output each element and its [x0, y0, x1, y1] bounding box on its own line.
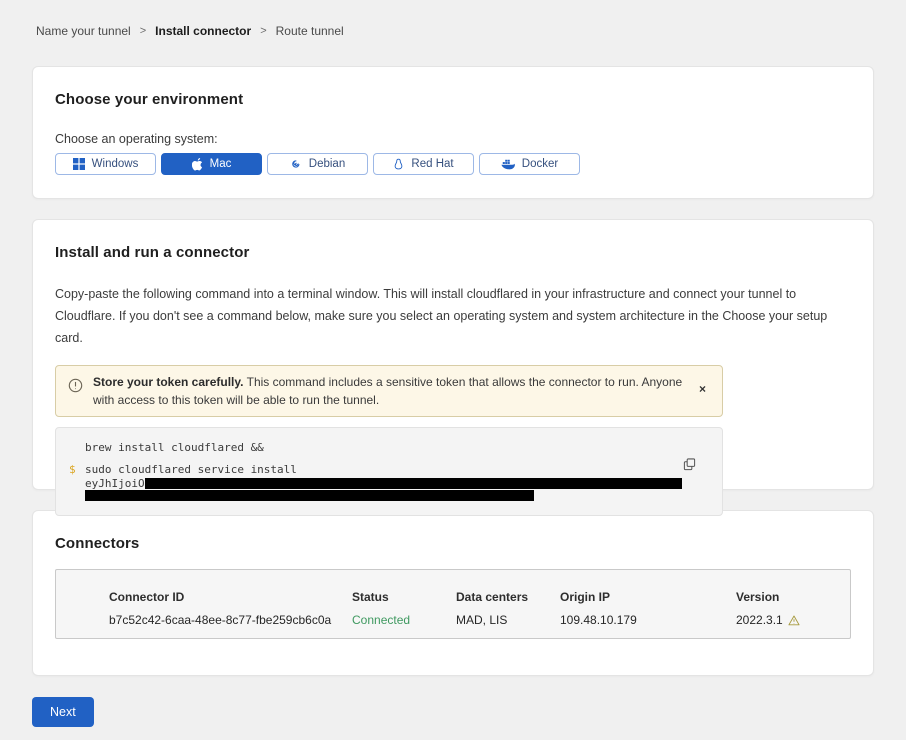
- environment-card: Choose your environment Choose an operat…: [32, 66, 874, 199]
- connectors-card-title: Connectors: [55, 535, 851, 552]
- install-description: Copy-paste the following command into a …: [55, 283, 851, 349]
- os-button-label: Windows: [92, 158, 139, 170]
- redhat-icon: [393, 158, 404, 171]
- connector-origin-ip-value: 109.48.10.179: [560, 613, 736, 627]
- column-header-version: Version: [736, 590, 830, 604]
- breadcrumb-route-tunnel[interactable]: Route tunnel: [276, 24, 344, 38]
- next-button[interactable]: Next: [32, 697, 94, 727]
- connectors-card: Connectors Connector ID Status Data cent…: [32, 510, 874, 676]
- os-button-windows[interactable]: Windows: [55, 153, 156, 175]
- token-warning-bold: Store your token carefully.: [93, 375, 244, 389]
- code-line-install: $ sudo cloudflared service install: [69, 463, 682, 477]
- token-warning-banner: Store your token carefully. This command…: [55, 365, 723, 417]
- os-button-group: Windows Mac Debian Red Hat Docker: [55, 153, 851, 175]
- redacted-token-bar: [145, 478, 682, 489]
- os-button-redhat[interactable]: Red Hat: [373, 153, 474, 175]
- os-button-label: Debian: [309, 158, 345, 170]
- docker-icon: [501, 159, 515, 170]
- os-button-debian[interactable]: Debian: [267, 153, 368, 175]
- breadcrumb-install-connector[interactable]: Install connector: [155, 24, 251, 38]
- install-card-title: Install and run a connector: [55, 244, 851, 261]
- close-icon[interactable]: ×: [693, 379, 712, 399]
- code-line-brew: brew install cloudflared &&: [69, 441, 682, 455]
- os-select-label: Choose an operating system:: [55, 132, 851, 146]
- breadcrumb-separator: >: [260, 25, 266, 37]
- breadcrumb: Name your tunnel > Install connector > R…: [0, 0, 906, 38]
- connector-status-value: Connected: [352, 613, 456, 627]
- windows-icon: [73, 158, 85, 170]
- copy-icon[interactable]: [681, 456, 698, 476]
- shell-prompt: $: [69, 463, 85, 477]
- os-button-label: Docker: [522, 158, 558, 170]
- breadcrumb-name-your-tunnel[interactable]: Name your tunnel: [36, 24, 131, 38]
- token-warning-text: Store your token carefully. This command…: [93, 373, 683, 409]
- environment-card-title: Choose your environment: [55, 91, 851, 108]
- connector-version-value: 2022.3.1: [736, 613, 830, 627]
- column-header-connector-id: Connector ID: [109, 590, 352, 604]
- code-line-token: eyJhIjoiO: [69, 478, 682, 489]
- breadcrumb-separator: >: [140, 25, 146, 37]
- apple-icon: [192, 158, 203, 171]
- os-button-label: Mac: [210, 158, 232, 170]
- alert-circle-icon: [68, 378, 83, 398]
- column-header-status: Status: [352, 590, 456, 604]
- warning-triangle-icon[interactable]: [788, 615, 800, 626]
- os-button-mac[interactable]: Mac: [161, 153, 262, 175]
- install-command-code-block: brew install cloudflared && $ sudo cloud…: [55, 427, 723, 516]
- debian-icon: [290, 158, 302, 170]
- column-header-data-centers: Data centers: [456, 590, 560, 604]
- redacted-token-bar: [85, 490, 534, 501]
- connectors-table: Connector ID Status Data centers Origin …: [55, 569, 851, 639]
- connector-data-centers-value: MAD, LIS: [456, 613, 560, 627]
- column-header-origin-ip: Origin IP: [560, 590, 736, 604]
- token-prefix: eyJhIjoiO: [85, 478, 145, 489]
- os-button-docker[interactable]: Docker: [479, 153, 580, 175]
- connector-id-value: b7c52c42-6caa-48ee-8c77-fbe259cb6c0a: [109, 613, 352, 627]
- install-card: Install and run a connector Copy-paste t…: [32, 219, 874, 490]
- os-button-label: Red Hat: [411, 158, 453, 170]
